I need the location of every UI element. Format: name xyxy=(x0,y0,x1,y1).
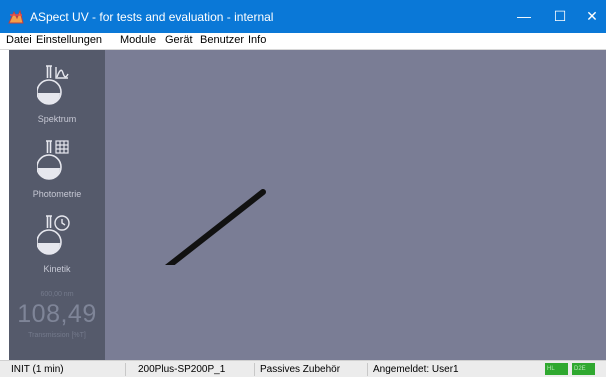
module-label-kinetik: Kinetik xyxy=(43,264,71,274)
module-spektrum[interactable]: Spektrum xyxy=(9,64,105,136)
close-button[interactable]: ✕ xyxy=(574,0,606,33)
module-photometrie[interactable]: Photometrie xyxy=(9,139,105,211)
module-label-spektrum: Spektrum xyxy=(37,114,77,124)
menu-bar: Datei Einstellungen Module Gerät Benutze… xyxy=(0,33,606,50)
annotation-arrow xyxy=(164,189,266,265)
flask-spectrum-icon xyxy=(37,65,69,105)
menu-geraet[interactable]: Gerät xyxy=(165,34,193,46)
status-bar: INIT (1 min) 200Plus-SP200P_1 Passives Z… xyxy=(0,360,606,377)
status-device: 200Plus-SP200P_1 xyxy=(138,364,226,375)
module-sidebar: Spektrum Photometrie Kinetik 600,00 nm 1… xyxy=(9,50,105,360)
measurement-wavelength: 600,00 nm xyxy=(40,291,74,298)
measurement-unit: Transmission [%T] xyxy=(28,332,86,339)
measurement-value: 108,49 xyxy=(17,300,97,328)
app-logo-icon xyxy=(8,9,24,24)
module-kinetik[interactable]: Kinetik xyxy=(9,214,105,286)
lamp-indicator-d2e: D2E xyxy=(572,363,595,375)
maximize-button[interactable]: ☐ xyxy=(542,0,578,33)
title-bar: ASpect UV - for tests and evaluation - i… xyxy=(0,0,606,33)
lamp-indicator-hl: HL xyxy=(545,363,568,375)
menu-info[interactable]: Info xyxy=(248,34,266,46)
menu-module[interactable]: Module xyxy=(120,34,156,46)
status-separator xyxy=(367,363,368,376)
status-user: Angemeldet: User1 xyxy=(373,364,459,375)
window-title: ASpect UV - for tests and evaluation - i… xyxy=(30,10,274,24)
status-init: INIT (1 min) xyxy=(11,364,64,375)
minimize-button[interactable]: — xyxy=(506,0,542,33)
status-separator xyxy=(125,363,126,376)
menu-datei[interactable]: Datei xyxy=(6,34,32,46)
status-separator xyxy=(254,363,255,376)
module-label-photometrie: Photometrie xyxy=(32,189,82,199)
menu-einstellungen[interactable]: Einstellungen xyxy=(36,34,102,46)
status-accessory: Passives Zubehör xyxy=(260,364,341,375)
menu-benutzer[interactable]: Benutzer xyxy=(200,34,244,46)
flask-kinetics-icon xyxy=(37,215,70,255)
flask-photometry-icon xyxy=(37,140,69,180)
